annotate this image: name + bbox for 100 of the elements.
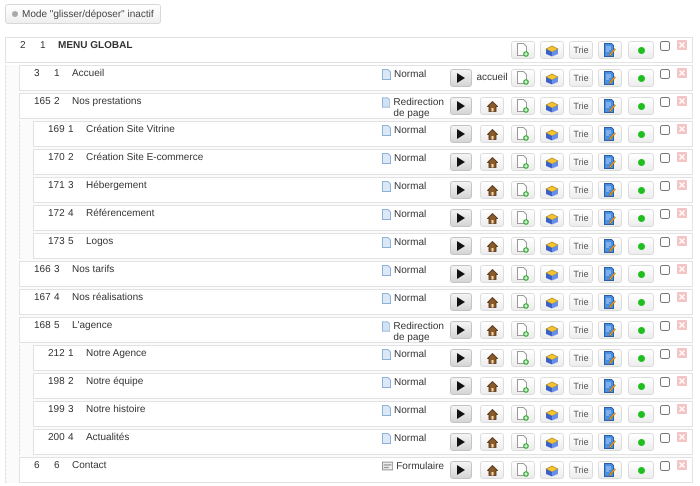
sort-button[interactable]: Trie [569, 293, 593, 311]
sort-button[interactable]: Trie [569, 321, 593, 339]
status-button[interactable] [628, 433, 654, 451]
status-button[interactable] [628, 69, 654, 87]
box-button[interactable] [540, 265, 564, 283]
status-button[interactable] [628, 125, 654, 143]
edit-button[interactable] [598, 405, 622, 423]
box-button[interactable] [540, 153, 564, 171]
play-button[interactable] [450, 349, 472, 367]
status-button[interactable] [628, 209, 654, 227]
checkbox[interactable] [660, 265, 670, 275]
box-button[interactable] [540, 41, 564, 59]
sort-button[interactable]: Trie [569, 265, 593, 283]
box-button[interactable] [540, 237, 564, 255]
play-button[interactable] [450, 405, 472, 423]
home-button[interactable] [480, 209, 504, 227]
status-button[interactable] [628, 321, 654, 339]
sort-button[interactable]: Trie [569, 209, 593, 227]
checkbox[interactable] [660, 321, 670, 331]
play-button[interactable] [450, 461, 472, 479]
play-button[interactable] [450, 69, 472, 87]
box-button[interactable] [540, 433, 564, 451]
mode-toggle-button[interactable]: Mode "glisser/déposer" inactif [5, 4, 161, 24]
checkbox[interactable] [660, 237, 670, 247]
checkbox[interactable] [660, 461, 670, 471]
sort-button[interactable]: Trie [569, 349, 593, 367]
home-button[interactable] [480, 125, 504, 143]
home-button[interactable] [480, 153, 504, 171]
status-button[interactable] [628, 293, 654, 311]
status-button[interactable] [628, 97, 654, 115]
box-button[interactable] [540, 181, 564, 199]
edit-button[interactable] [598, 349, 622, 367]
checkbox[interactable] [660, 349, 670, 359]
home-button[interactable] [480, 405, 504, 423]
add-page-button[interactable] [511, 265, 535, 283]
checkbox[interactable] [660, 377, 670, 387]
add-page-button[interactable] [511, 321, 535, 339]
edit-button[interactable] [598, 293, 622, 311]
home-button[interactable] [480, 377, 504, 395]
checkbox[interactable] [660, 293, 670, 303]
checkbox[interactable] [660, 153, 670, 163]
sort-button[interactable]: Trie [569, 237, 593, 255]
add-page-button[interactable] [511, 237, 535, 255]
box-button[interactable] [540, 69, 564, 87]
sort-button[interactable]: Trie [569, 69, 593, 87]
sort-button[interactable]: Trie [569, 97, 593, 115]
checkbox[interactable] [660, 97, 670, 107]
edit-button[interactable] [598, 41, 622, 59]
status-button[interactable] [628, 41, 654, 59]
add-page-button[interactable] [511, 209, 535, 227]
status-button[interactable] [628, 237, 654, 255]
box-button[interactable] [540, 377, 564, 395]
play-button[interactable] [450, 209, 472, 227]
edit-button[interactable] [598, 181, 622, 199]
play-button[interactable] [450, 377, 472, 395]
sort-button[interactable]: Trie [569, 405, 593, 423]
sort-button[interactable]: Trie [569, 153, 593, 171]
checkbox[interactable] [660, 181, 670, 191]
edit-button[interactable] [598, 433, 622, 451]
status-button[interactable] [628, 377, 654, 395]
home-button[interactable] [480, 321, 504, 339]
edit-button[interactable] [598, 97, 622, 115]
edit-button[interactable] [598, 461, 622, 479]
play-button[interactable] [450, 181, 472, 199]
box-button[interactable] [540, 321, 564, 339]
box-button[interactable] [540, 125, 564, 143]
edit-button[interactable] [598, 237, 622, 255]
sort-button[interactable]: Trie [569, 461, 593, 479]
home-button[interactable] [480, 433, 504, 451]
add-page-button[interactable] [511, 461, 535, 479]
add-page-button[interactable] [511, 377, 535, 395]
status-button[interactable] [628, 349, 654, 367]
add-page-button[interactable] [511, 97, 535, 115]
add-page-button[interactable] [511, 69, 535, 87]
status-button[interactable] [628, 265, 654, 283]
home-button[interactable] [480, 237, 504, 255]
add-page-button[interactable] [511, 349, 535, 367]
status-button[interactable] [628, 461, 654, 479]
edit-button[interactable] [598, 69, 622, 87]
add-page-button[interactable] [511, 41, 535, 59]
checkbox[interactable] [660, 405, 670, 415]
edit-button[interactable] [598, 377, 622, 395]
play-button[interactable] [450, 97, 472, 115]
checkbox[interactable] [660, 209, 670, 219]
home-button[interactable] [480, 181, 504, 199]
add-page-button[interactable] [511, 433, 535, 451]
play-button[interactable] [450, 293, 472, 311]
play-button[interactable] [450, 321, 472, 339]
home-button[interactable] [480, 349, 504, 367]
home-button[interactable] [480, 265, 504, 283]
home-button[interactable] [480, 461, 504, 479]
checkbox[interactable] [660, 69, 670, 79]
play-button[interactable] [450, 265, 472, 283]
status-button[interactable] [628, 153, 654, 171]
checkbox[interactable] [660, 433, 670, 443]
box-button[interactable] [540, 349, 564, 367]
box-button[interactable] [540, 405, 564, 423]
add-page-button[interactable] [511, 181, 535, 199]
sort-button[interactable]: Trie [569, 125, 593, 143]
play-button[interactable] [450, 125, 472, 143]
